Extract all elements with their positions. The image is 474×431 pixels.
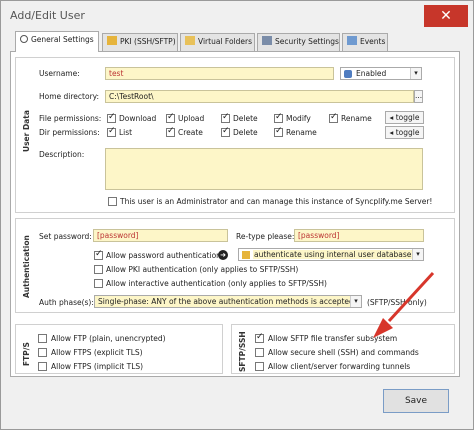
settings-icon — [20, 35, 28, 43]
add-edit-user-window: Add/Edit User ✕ General Settings PKI (SS… — [0, 0, 474, 430]
arrow-shaft — [387, 271, 435, 323]
tab-general-settings[interactable]: General Settings — [15, 31, 99, 52]
save-button[interactable]: Save — [383, 389, 449, 413]
annotation-arrow — [373, 271, 435, 338]
